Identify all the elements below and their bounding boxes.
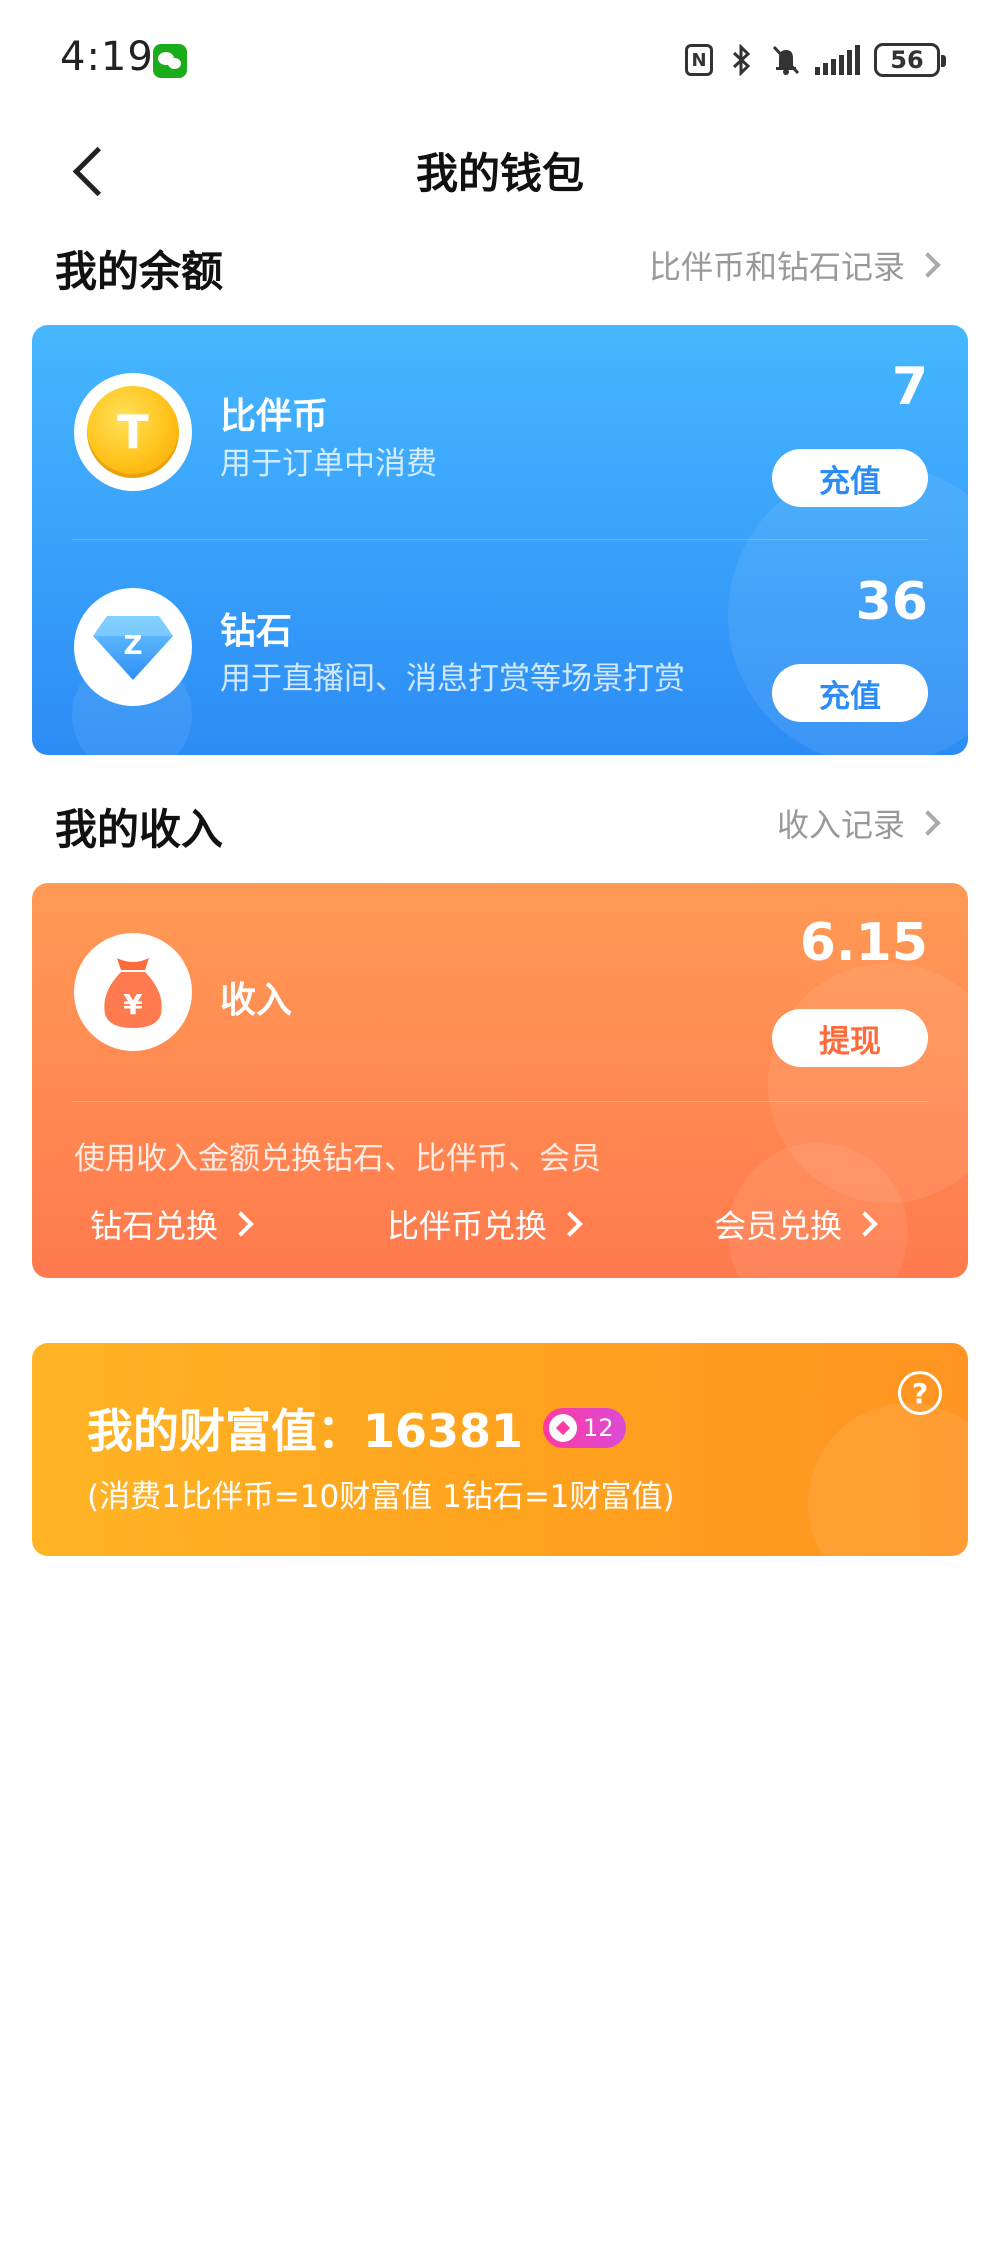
chevron-right-icon [557, 1211, 583, 1237]
money-bag-icon: ¥ [97, 952, 169, 1032]
chevron-right-icon [915, 810, 941, 836]
coin-row: T 比伴币 用于订单中消费 7 充值 [32, 325, 968, 540]
records-link-label: 比伴币和钻石记录 [648, 248, 905, 286]
income-title: 收入 [220, 980, 293, 1021]
balance-section-header: 我的余额 比伴币和钻石记录 [55, 232, 945, 296]
status-icons: N 56 [685, 40, 946, 80]
card-decoration [808, 1403, 968, 1556]
diamond-recharge-button[interactable]: 充值 [772, 664, 928, 722]
withdraw-button[interactable]: 提现 [772, 1009, 928, 1067]
membership-exchange-link[interactable]: 会员兑换 [714, 1201, 878, 1247]
coin-icon: T [87, 386, 179, 478]
wealth-level-number: 12 [583, 1414, 614, 1442]
diamond-icon-circle: Z [74, 588, 192, 706]
exchange-label: 会员兑换 [714, 1207, 843, 1245]
nfc-icon: N [685, 44, 713, 76]
exchange-label: 钻石兑换 [90, 1207, 219, 1245]
diamond-balance: 36 [855, 572, 928, 632]
coin-icon-circle: T [74, 373, 192, 491]
wealth-rule-text: (消费1比伴币=10财富值 1钻石=1财富值) [87, 1479, 675, 1515]
diamond-letter: Z [124, 631, 143, 661]
level-gem-icon [549, 1414, 578, 1442]
exchange-options: 钻石兑换 比伴币兑换 会员兑换 [32, 1201, 968, 1261]
help-icon[interactable]: ? [898, 1371, 942, 1415]
wechat-notification-icon [153, 44, 187, 78]
income-amount: 6.15 [799, 913, 928, 973]
income-exchange-note: 使用收入金额兑换钻石、比伴币、会员 [74, 1141, 601, 1177]
chevron-right-icon [228, 1211, 254, 1237]
wealth-level-badge: 12 [543, 1408, 626, 1448]
page-header: 我的钱包 [0, 130, 1000, 210]
income-records-link[interactable]: 收入记录 [777, 800, 945, 846]
coin-recharge-button[interactable]: 充值 [772, 449, 928, 507]
diamond-row: Z 钻石 用于直播间、消息打赏等场景打赏 36 充值 [32, 540, 968, 755]
coin-subtitle: 用于订单中消费 [220, 446, 437, 482]
coin-title: 比伴币 [220, 396, 329, 437]
row-divider [72, 1101, 928, 1102]
wealth-value: 我的财富值：16381 12 [87, 1395, 626, 1461]
wealth-title-text: 我的财富值：16381 [87, 1404, 524, 1458]
income-section-title: 我的收入 [55, 805, 224, 854]
balance-section-title: 我的余额 [55, 247, 224, 296]
exchange-label: 比伴币兑换 [387, 1207, 548, 1245]
page-title: 我的钱包 [415, 149, 584, 198]
coin-balance: 7 [891, 357, 928, 417]
coin-diamond-records-link[interactable]: 比伴币和钻石记录 [649, 242, 945, 288]
diamond-title: 钻石 [220, 611, 293, 652]
status-bar: 4:19 N 56 [0, 0, 1000, 120]
coin-exchange-link[interactable]: 比伴币兑换 [387, 1201, 583, 1247]
chevron-right-icon [852, 1211, 878, 1237]
status-time: 4:19 [60, 34, 154, 80]
signal-icon [815, 45, 860, 75]
bluetooth-icon [727, 43, 757, 77]
chevron-right-icon [915, 252, 941, 278]
diamond-subtitle: 用于直播间、消息打赏等场景打赏 [220, 661, 685, 697]
wealth-card: ? 我的财富值：16381 12 (消费1比伴币=10财富值 1钻石=1财富值) [32, 1343, 968, 1556]
mute-bell-icon [771, 43, 801, 77]
income-icon-circle: ¥ [74, 933, 192, 1051]
svg-text:¥: ¥ [123, 988, 143, 1021]
income-card: ¥ 收入 6.15 提现 使用收入金额兑换钻石、比伴币、会员 钻石兑换 比伴币兑… [32, 883, 968, 1278]
battery-icon: 56 [874, 43, 946, 77]
balance-card: T 比伴币 用于订单中消费 7 充值 Z 钻石 用于直播间、消息打赏等场景打赏 … [32, 325, 968, 755]
income-records-label: 收入记录 [776, 806, 905, 844]
income-section-header: 我的收入 收入记录 [55, 790, 945, 854]
diamond-exchange-link[interactable]: 钻石兑换 [90, 1201, 254, 1247]
diamond-icon: Z [91, 612, 175, 682]
